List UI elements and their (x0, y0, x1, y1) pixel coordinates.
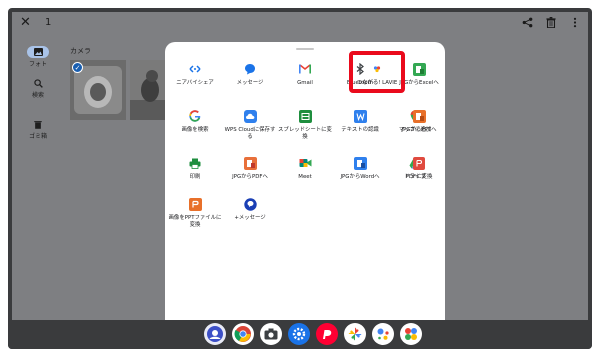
plus-message-icon (243, 197, 257, 211)
share-target-meet[interactable]: Meet (277, 156, 333, 181)
meet-icon (298, 156, 312, 170)
assistant-icon[interactable] (372, 323, 394, 345)
messages-icon (243, 62, 257, 76)
trash-icon (27, 118, 49, 130)
taskbar (8, 320, 592, 349)
share-target-label: ニアバイシェア (176, 80, 214, 86)
share-target-label: 画像をPPTファイルに変換 (168, 215, 222, 228)
share-target-label: JPGからPDFへ (232, 174, 268, 180)
highlight-box (349, 51, 405, 93)
image-ppt-icon (188, 197, 202, 211)
wps-cloud-icon (243, 109, 257, 123)
text-recognize-icon (353, 109, 367, 123)
share-target-jpg-to-word[interactable]: JPGからWordへ (332, 156, 388, 181)
trash-icon[interactable] (544, 15, 558, 29)
more-vert-icon[interactable] (568, 15, 582, 29)
photo-icon (27, 46, 49, 58)
topbar-actions (520, 15, 582, 29)
share-target-plus-message[interactable]: +メッセージ (222, 197, 278, 222)
gmail-icon (298, 62, 312, 76)
google-icon (188, 109, 202, 123)
share-target-nearby-share[interactable]: ニアバイシェア (167, 62, 223, 87)
share-sheet: ニアバイシェア メッセージ Gmail Bluetooth つながる! LAVI… (165, 42, 445, 320)
share-target-image-to-ppt[interactable]: 画像をPPTファイルに変換 (167, 197, 223, 229)
share-target-label: PDFに変換 (405, 174, 433, 180)
photo-thumbnail[interactable] (130, 60, 166, 120)
excel-convert-icon (412, 62, 426, 76)
share-target-label: WPS Cloudに保存する (224, 127, 276, 140)
share-target-label: JPGからPPTへ (401, 127, 437, 133)
photos-app-screen: ✕ 1 フォト 検索 ゴミ箱 カメラ ✓ ニアバイシェア メッセージ Gmail… (12, 12, 588, 320)
share-target-label: Meet (298, 174, 312, 180)
share-target-label: 画像を検索 (181, 127, 209, 133)
share-target-gmail[interactable]: Gmail (277, 62, 333, 87)
share-target-wps-cloud[interactable]: WPS Cloudに保存する (222, 109, 278, 141)
nav-item-photos[interactable]: フォト (12, 46, 64, 68)
nav-item-search[interactable]: 検索 (12, 77, 64, 99)
chrome-icon[interactable] (232, 323, 254, 345)
pinwheel-icon[interactable] (344, 323, 366, 345)
share-target-label: 印刷 (189, 174, 201, 180)
photos-app-icon[interactable] (204, 323, 226, 345)
share-target-label: Gmail (297, 80, 313, 86)
nav-rail: フォト 検索 ゴミ箱 (12, 34, 64, 154)
settings-icon[interactable] (288, 323, 310, 345)
camera-icon[interactable] (260, 323, 282, 345)
share-target-label: JPGからWordへ (340, 174, 380, 180)
share-target-spreadsheet[interactable]: スプレッドシートに変換 (277, 109, 333, 141)
device-frame: ✕ 1 フォト 検索 ゴミ箱 カメラ ✓ ニアバイシェア メッセージ Gmail… (8, 8, 592, 349)
word-convert-icon (353, 156, 367, 170)
share-icon[interactable] (520, 15, 534, 29)
share-target-jpg-to-ppt[interactable]: JPGからPPTへ (391, 109, 447, 134)
dock (204, 323, 422, 345)
print-icon (188, 156, 202, 170)
album-title: カメラ (70, 47, 91, 55)
selected-photo-thumbnail[interactable]: ✓ (70, 60, 126, 120)
apps-icon[interactable] (400, 323, 422, 345)
share-target-label: スプレッドシートに変換 (278, 127, 332, 140)
paypay-icon[interactable] (316, 323, 338, 345)
share-target-label: テキストの認識 (341, 127, 379, 133)
share-target-messages[interactable]: メッセージ (222, 62, 278, 87)
selected-count: 1 (45, 17, 52, 28)
pdf-convert-icon (243, 156, 257, 170)
drag-handle[interactable] (296, 48, 314, 50)
nav-item-label: フォト (28, 61, 47, 68)
nav-item-label: 検索 (31, 92, 44, 99)
share-target-pdf-convert[interactable]: PDFに変換 (391, 156, 447, 181)
share-target-text-recognition[interactable]: テキストの認識 (332, 109, 388, 134)
ppt-convert-icon (412, 109, 426, 123)
share-target-print[interactable]: 印刷 (167, 156, 223, 181)
nav-item-trash[interactable]: ゴミ箱 (12, 118, 64, 140)
close-icon[interactable]: ✕ (20, 15, 31, 31)
sheets-icon (298, 109, 312, 123)
share-target-label: +メッセージ (234, 215, 266, 221)
app-topbar: ✕ 1 (12, 12, 588, 34)
pdf-icon (412, 156, 426, 170)
share-target-jpg-to-pdf[interactable]: JPGからPDFへ (222, 156, 278, 181)
check-icon[interactable]: ✓ (72, 62, 83, 73)
search-icon (27, 77, 49, 89)
nearby-share-icon (188, 62, 202, 76)
share-target-image-search[interactable]: 画像を検索 (167, 109, 223, 134)
nav-item-label: ゴミ箱 (28, 133, 47, 140)
share-target-label: メッセージ (236, 80, 264, 86)
